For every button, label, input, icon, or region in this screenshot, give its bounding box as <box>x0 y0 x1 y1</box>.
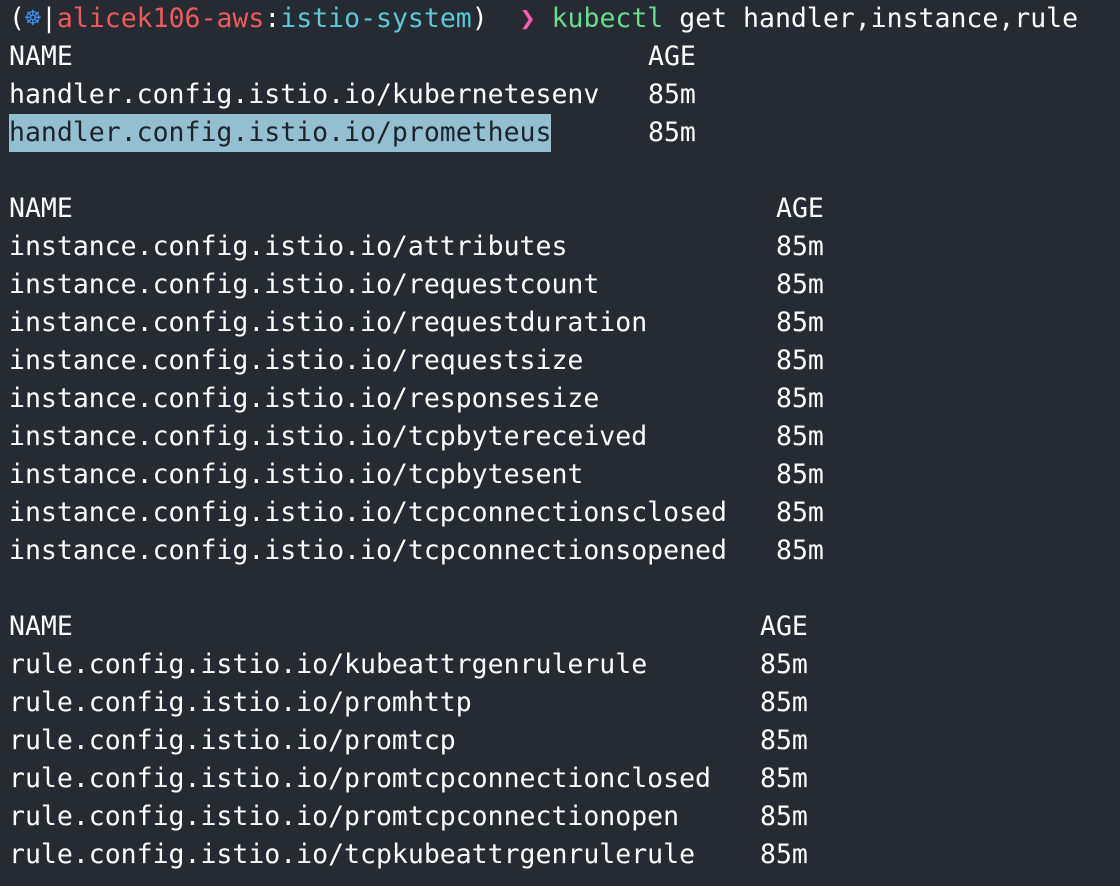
table-row: handler.config.istio.io/prometheus 85m <box>9 114 1120 152</box>
resource-age: 85m <box>776 535 824 566</box>
handlers-header: NAME AGE <box>9 38 1120 76</box>
resource-age: 85m <box>776 383 824 414</box>
rules-header: NAME AGE <box>9 608 1120 646</box>
prompt-arrow-icon: ❯ <box>519 3 536 34</box>
resource-name: instance.config.istio.io/tcpbytereceived <box>9 421 648 452</box>
resource-name: instance.config.istio.io/tcpconnectionsc… <box>9 497 727 528</box>
prompt-separator: | <box>40 3 57 34</box>
prompt-open-paren: ( <box>9 3 25 34</box>
resource-age: 85m <box>648 117 696 148</box>
table-row: instance.config.istio.io/requestduration… <box>9 304 1120 342</box>
kubernetes-icon: ☸ <box>24 3 41 34</box>
resource-age: 85m <box>648 79 696 110</box>
resource-age: 85m <box>776 231 824 262</box>
resource-age: 85m <box>760 763 808 794</box>
table-row: rule.config.istio.io/tcpkubeattrgenruler… <box>9 836 1120 874</box>
table-row: rule.config.istio.io/kubeattrgenrulerule… <box>9 646 1120 684</box>
resource-name: rule.config.istio.io/promhttp <box>9 687 472 718</box>
handlers-list: handler.config.istio.io/kubernetesenv 85m… <box>9 76 1120 152</box>
resource-name: instance.config.istio.io/tcpbytesent <box>9 459 584 490</box>
table-row: rule.config.istio.io/promtcpconnectioncl… <box>9 760 1120 798</box>
handlers-header-age: AGE <box>648 41 696 72</box>
table-row: instance.config.istio.io/responsesize 85m <box>9 380 1120 418</box>
resource-age: 85m <box>760 801 808 832</box>
resource-name: instance.config.istio.io/responsesize <box>9 383 600 414</box>
prompt-cluster: alicek106-aws <box>56 3 265 34</box>
prompt-namespace: istio-system <box>280 3 472 34</box>
table-row: handler.config.istio.io/kubernetesenv 85m <box>9 76 1120 114</box>
resource-age: 85m <box>760 687 808 718</box>
resource-age: 85m <box>760 839 808 870</box>
resource-age: 85m <box>776 497 824 528</box>
resource-age: 85m <box>776 345 824 376</box>
resource-age: 85m <box>776 421 824 452</box>
resource-name: rule.config.istio.io/tcpkubeattrgenruler… <box>9 839 696 870</box>
resource-name: rule.config.istio.io/kubeattrgenrulerule <box>9 649 648 680</box>
table-row: instance.config.istio.io/tcpbytereceived… <box>9 418 1120 456</box>
prompt-close-paren: ) <box>471 3 488 34</box>
resource-name: instance.config.istio.io/attributes <box>9 231 568 262</box>
command-args: get handler,instance,rule <box>679 3 1079 34</box>
resource-age: 85m <box>776 459 824 490</box>
table-row: instance.config.istio.io/attributes 85m <box>9 228 1120 266</box>
instances-header-name: NAME <box>9 193 73 224</box>
selected-resource-name: handler.config.istio.io/prometheus <box>9 114 552 152</box>
table-row: instance.config.istio.io/requestcount 85m <box>9 266 1120 304</box>
command-name: kubectl <box>551 3 664 34</box>
table-row: instance.config.istio.io/tcpconnectionsc… <box>9 494 1120 532</box>
instances-list: instance.config.istio.io/attributes 85m in… <box>9 228 1120 570</box>
prompt-line: (☸|alicek106-aws:istio-system) ❯ kubectl… <box>9 0 1120 38</box>
table-row: rule.config.istio.io/promtcp 85m <box>9 722 1120 760</box>
resource-name: instance.config.istio.io/requestduration <box>9 307 648 338</box>
resource-name: instance.config.istio.io/tcpconnectionso… <box>9 535 727 566</box>
table-row: instance.config.istio.io/requestsize 85m <box>9 342 1120 380</box>
terminal-window[interactable]: (☸|alicek106-aws:istio-system) ❯ kubectl… <box>0 0 1120 886</box>
handlers-header-name: NAME <box>9 41 73 72</box>
resource-age: 85m <box>776 269 824 300</box>
table-row: rule.config.istio.io/promhttp 85m <box>9 684 1120 722</box>
resource-name: instance.config.istio.io/requestsize <box>9 345 584 376</box>
resource-name: rule.config.istio.io/promtcpconnectionop… <box>9 801 680 832</box>
resource-name: rule.config.istio.io/promtcp <box>9 725 456 756</box>
resource-name: handler.config.istio.io/kubernetesenv <box>9 79 600 110</box>
rules-list: rule.config.istio.io/kubeattrgenrulerule… <box>9 646 1120 874</box>
instances-header-age: AGE <box>776 193 824 224</box>
rules-header-age: AGE <box>760 611 808 642</box>
resource-age: 85m <box>760 725 808 756</box>
resource-age: 85m <box>776 307 824 338</box>
table-row: instance.config.istio.io/tcpconnectionso… <box>9 532 1120 570</box>
table-row: instance.config.istio.io/tcpbytesent 85m <box>9 456 1120 494</box>
instances-header: NAME AGE <box>9 190 1120 228</box>
prompt-colon: : <box>264 3 281 34</box>
rules-header-name: NAME <box>9 611 73 642</box>
table-row: rule.config.istio.io/promtcpconnectionop… <box>9 798 1120 836</box>
resource-age: 85m <box>760 649 808 680</box>
resource-name: instance.config.istio.io/requestcount <box>9 269 600 300</box>
resource-name: rule.config.istio.io/promtcpconnectioncl… <box>9 763 711 794</box>
